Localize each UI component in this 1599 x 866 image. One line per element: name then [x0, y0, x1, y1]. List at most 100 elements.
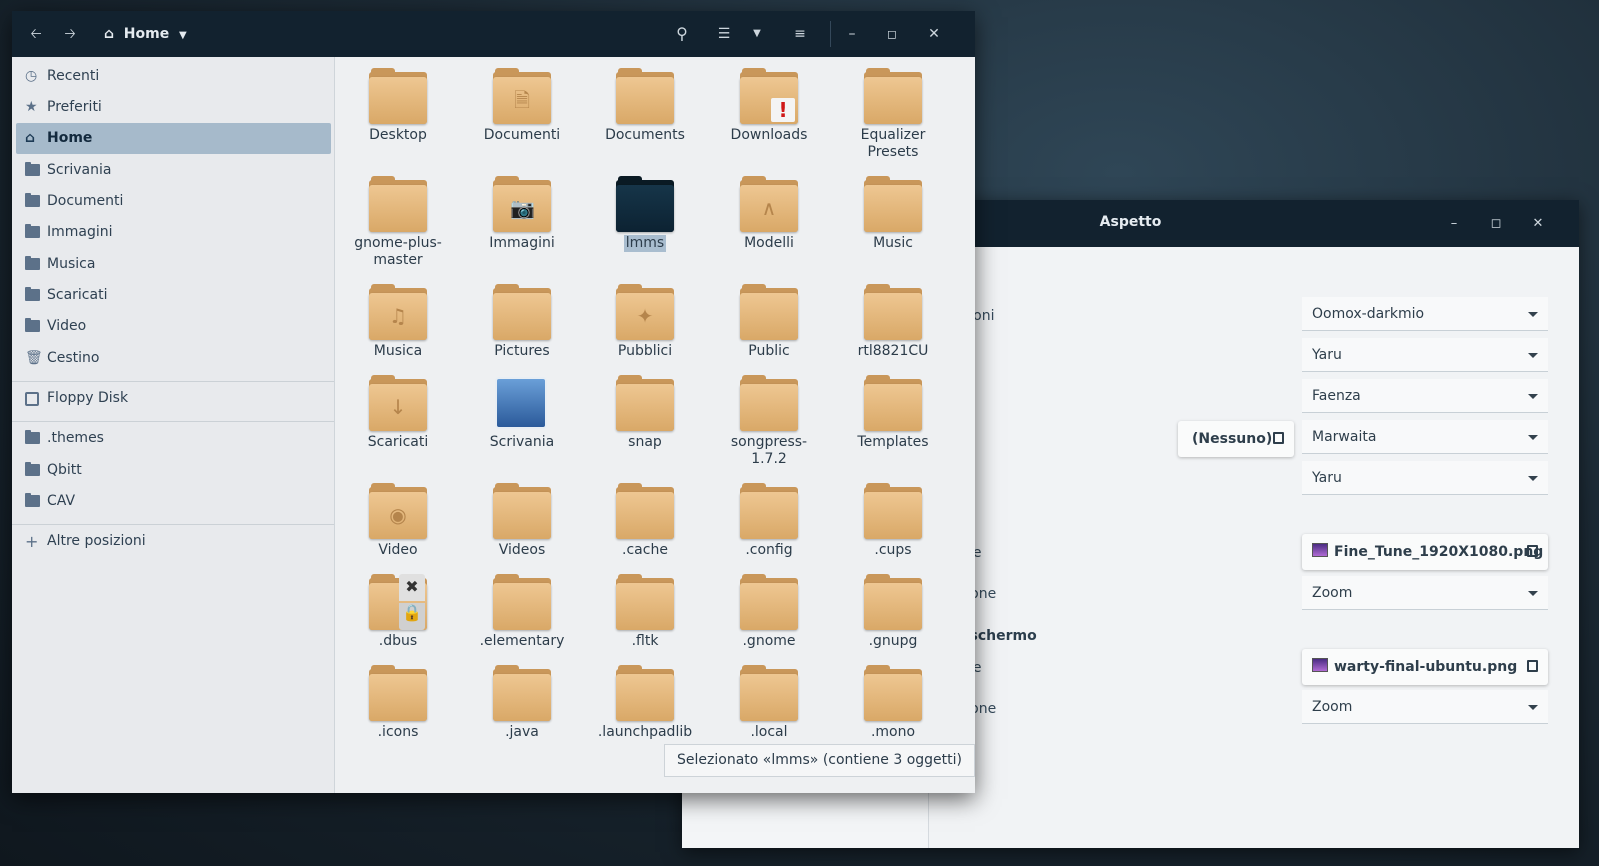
cursore-combo[interactable]: Yaru [1302, 338, 1548, 372]
folder-icon [740, 284, 798, 340]
audio-combo[interactable]: Yaru [1302, 461, 1548, 495]
file-item[interactable]: .config [714, 483, 824, 559]
folder-icon: ◉ [369, 483, 427, 539]
file-item[interactable]: .launchpadlib [590, 665, 700, 741]
file-item[interactable]: Pictures [467, 284, 577, 360]
download-emblem-icon: ↓ [389, 395, 407, 419]
file-item[interactable]: Music [838, 176, 948, 252]
file-item[interactable]: songpress-1.7.2 [714, 375, 824, 468]
file-item[interactable]: Templates [838, 375, 948, 451]
file-item[interactable]: Documents [590, 68, 700, 144]
sidebar-item-floppy-disk[interactable]: Floppy Disk [16, 383, 331, 414]
file-item-label: .mono [870, 724, 916, 740]
file-item[interactable]: 📷 Immagini [467, 176, 577, 252]
minimize-button[interactable]: – [840, 23, 864, 45]
sidebar-item-qbitt[interactable]: Qbitt [16, 455, 331, 486]
blocca-file-button[interactable]: warty-final-ubuntu.png [1302, 649, 1548, 685]
menu-icon[interactable]: ≡ [788, 23, 812, 45]
file-item[interactable]: .mono [838, 665, 948, 741]
file-item[interactable]: Scrivania [467, 375, 577, 451]
file-item[interactable]: .elementary [467, 574, 577, 650]
chevron-down-icon [1528, 312, 1538, 317]
sidebar-item-home[interactable]: ⌂ Home [16, 123, 331, 154]
status-overlay: Selezionato «lmms» (contiene 3 oggetti) [664, 744, 975, 777]
sidebar-item-scrivania[interactable]: Scrivania [16, 155, 331, 186]
sidebar-item-recenti[interactable]: ◷ Recenti [16, 61, 331, 92]
sidebar-item-altre-posizioni[interactable]: + Altre posizioni [16, 526, 331, 557]
file-item-label: snap [628, 434, 662, 450]
file-item-label: Video [378, 542, 418, 558]
file-item-label: Scaricati [367, 434, 429, 450]
file-item[interactable]: .cups [838, 483, 948, 559]
folder-icon [493, 665, 551, 721]
sidebar-item-scaricati[interactable]: Scaricati [16, 280, 331, 311]
sidebar-item-immagini[interactable]: Immagini [16, 217, 331, 248]
file-item[interactable]: .icons [343, 665, 453, 741]
folder-icon [25, 224, 40, 238]
desktop-app-icon [493, 375, 551, 431]
file-item[interactable]: ♫ Musica [343, 284, 453, 360]
icone-combo[interactable]: Faenza [1302, 379, 1548, 413]
file-item[interactable]: Public [714, 284, 824, 360]
folder-icon [616, 574, 674, 630]
file-item[interactable]: rtl8821CU [838, 284, 948, 360]
file-item[interactable]: ↓ Scaricati [343, 375, 453, 451]
file-item[interactable]: .gnupg [838, 574, 948, 650]
clock-icon: ◷ [25, 68, 38, 84]
sidebar-item-musica[interactable]: Musica [16, 249, 331, 280]
shell-combo[interactable]: Marwaita [1302, 420, 1548, 454]
maximize-button[interactable]: ◻ [880, 23, 904, 45]
file-item[interactable]: Desktop [343, 68, 453, 144]
search-icon[interactable]: ⚲ [670, 23, 694, 45]
folder-icon [616, 68, 674, 124]
file-item[interactable]: gnome-plus-master [343, 176, 453, 269]
file-item[interactable]: ✦ Pubblici [590, 284, 700, 360]
applicazioni-combo[interactable]: Oomox-darkmio [1302, 297, 1548, 331]
view-options-chevron-icon[interactable]: ▼ [748, 23, 766, 45]
chevron-down-icon [1528, 435, 1538, 440]
file-item[interactable]: 🗎 Documenti [467, 68, 577, 144]
file-item-label: Scrivania [489, 434, 555, 450]
file-item[interactable]: .local [714, 665, 824, 741]
file-item[interactable]: ✖ 🔒 .dbus [343, 574, 453, 650]
back-button[interactable]: 🡠 [26, 23, 46, 45]
file-item-label: lmms [623, 235, 667, 252]
shell-none-button[interactable]: (Nessuno) [1178, 421, 1294, 457]
sfondo-regolazione-combo[interactable]: Zoom [1302, 576, 1548, 610]
file-item[interactable]: ∧ Modelli [714, 176, 824, 252]
file-item[interactable]: .cache [590, 483, 700, 559]
sidebar-item-themes[interactable]: .themes [16, 423, 331, 454]
blocca-regolazione-combo[interactable]: Zoom [1302, 690, 1548, 724]
file-item[interactable]: .fltk [590, 574, 700, 650]
sidebar-item-video[interactable]: Video [16, 311, 331, 342]
file-item[interactable]: .gnome [714, 574, 824, 650]
folder-icon [493, 284, 551, 340]
maximize-button[interactable]: ◻ [1485, 213, 1507, 235]
path-bar-home[interactable]: ⌂ Home ▼ [104, 23, 187, 45]
sidebar-item-cav[interactable]: CAV [16, 486, 331, 517]
minimize-button[interactable]: – [1443, 213, 1465, 235]
sidebar-item-documenti[interactable]: Documenti [16, 186, 331, 217]
forward-button[interactable]: 🡢 [60, 23, 80, 45]
file-item[interactable]: Videos [467, 483, 577, 559]
sidebar-item-preferiti[interactable]: ★ Preferiti [16, 92, 331, 123]
folder-icon: ✖ 🔒 [369, 574, 427, 630]
file-item[interactable]: Equalizer Presets [838, 68, 948, 161]
folder-icon [25, 193, 40, 207]
file-item[interactable]: ◉ Video [343, 483, 453, 559]
folder-icon [25, 318, 40, 332]
file-item[interactable]: snap [590, 375, 700, 451]
file-item[interactable]: lmms [590, 176, 700, 252]
document-open-icon [1527, 660, 1538, 672]
file-item[interactable]: ! Downloads [714, 68, 824, 144]
sidebar-separator [12, 421, 334, 422]
close-button[interactable]: ✕ [1527, 213, 1549, 235]
folder-icon [493, 483, 551, 539]
close-button[interactable]: ✕ [922, 23, 946, 45]
folder-icon [493, 574, 551, 630]
file-item[interactable]: .java [467, 665, 577, 741]
sidebar-item-cestino[interactable]: 🗑 Cestino [16, 343, 331, 374]
file-item-label: Desktop [369, 127, 427, 143]
view-list-icon[interactable]: ☰ [712, 23, 736, 45]
sfondo-file-button[interactable]: Fine_Tune_1920X1080.png [1302, 534, 1548, 570]
